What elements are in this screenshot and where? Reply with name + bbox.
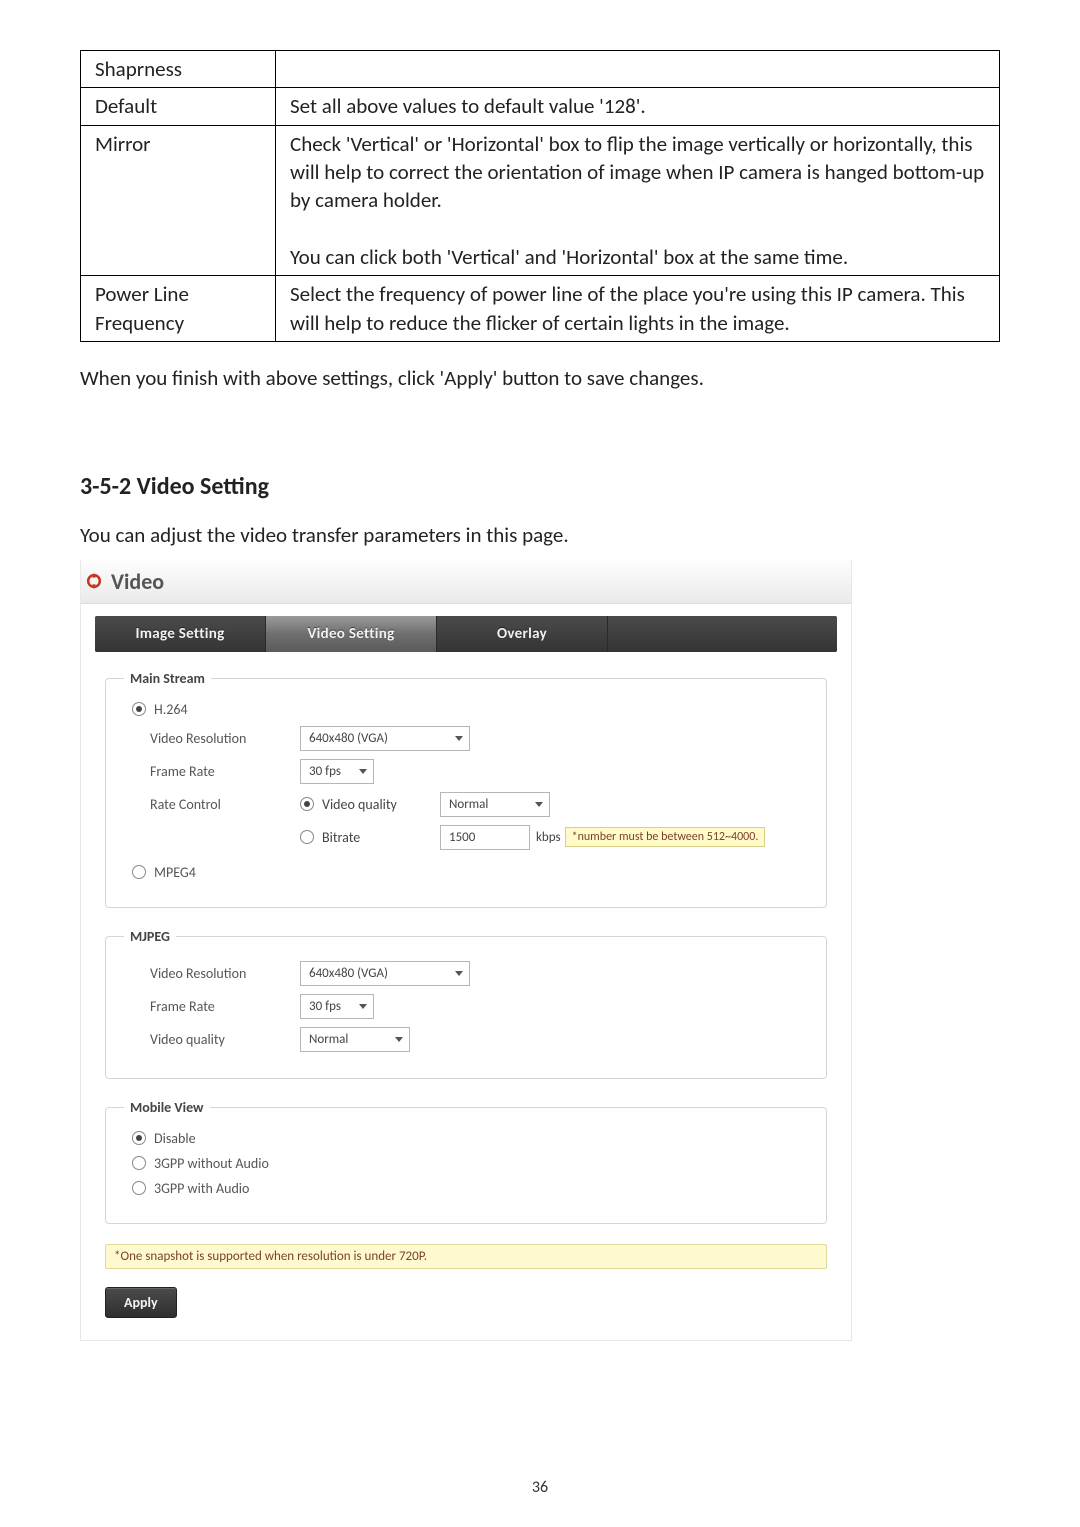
- table-val: [276, 51, 1000, 88]
- radio-label: H.264: [154, 701, 188, 718]
- table-val: Select the frequency of power line of th…: [276, 276, 1000, 342]
- video-settings-panel: Video Image Setting Video Setting Overla…: [80, 560, 852, 1341]
- radio-bitrate[interactable]: [300, 830, 314, 844]
- legend-mobile-view: Mobile View: [124, 1099, 210, 1116]
- radio-icon: [132, 1131, 146, 1145]
- select-value: 640x480 (VGA): [309, 731, 388, 746]
- select-value: 640x480 (VGA): [309, 966, 388, 981]
- radio-icon: [132, 702, 146, 716]
- select-value: Normal: [309, 1032, 348, 1047]
- table-row: Mirror Check 'Vertical' or 'Horizontal' …: [81, 125, 1000, 276]
- tab-bar: Image Setting Video Setting Overlay: [95, 616, 837, 652]
- table-key: Default: [81, 88, 276, 125]
- table-row: Default Set all above values to default …: [81, 88, 1000, 125]
- table-val: Check 'Vertical' or 'Horizontal' box to …: [276, 125, 1000, 276]
- radio-icon: [132, 1181, 146, 1195]
- settings-description-table: Shaprness Default Set all above values t…: [80, 50, 1000, 342]
- input-value: 1500: [449, 830, 475, 845]
- camera-logo-icon: [83, 570, 105, 592]
- radio-3gpp-no-audio[interactable]: 3GPP without Audio: [132, 1155, 808, 1172]
- label-frame-rate: Frame Rate: [150, 763, 300, 780]
- radio-3gpp-with-audio[interactable]: 3GPP with Audio: [132, 1180, 808, 1197]
- select-value: Normal: [449, 797, 488, 812]
- tab-overlay[interactable]: Overlay: [437, 616, 608, 652]
- radio-mpeg4[interactable]: MPEG4: [132, 864, 808, 881]
- select-mjpeg-frame-rate[interactable]: 30 fps: [300, 994, 374, 1019]
- table-key: Power Line Frequency: [81, 276, 276, 342]
- bitrate-unit: kbps: [536, 830, 561, 845]
- panel-title: Video: [111, 568, 164, 595]
- chevron-down-icon: [359, 769, 367, 774]
- table-row: Shaprness: [81, 51, 1000, 88]
- chevron-down-icon: [395, 1037, 403, 1042]
- section-heading: 3-5-2 Video Setting: [80, 472, 1000, 501]
- rate-control-video-quality-label: Video quality: [322, 796, 397, 813]
- radio-video-quality[interactable]: [300, 797, 314, 811]
- radio-icon: [132, 1156, 146, 1170]
- chevron-down-icon: [359, 1004, 367, 1009]
- tab-video-setting[interactable]: Video Setting: [266, 616, 437, 652]
- radio-mobile-disable[interactable]: Disable: [132, 1130, 808, 1147]
- radio-label: 3GPP with Audio: [154, 1180, 249, 1197]
- rate-control-bitrate-label: Bitrate: [322, 829, 360, 846]
- after-table-text: When you finish with above settings, cli…: [80, 364, 1000, 392]
- chevron-down-icon: [455, 736, 463, 741]
- chevron-down-icon: [535, 802, 543, 807]
- table-val: Set all above values to default value '1…: [276, 88, 1000, 125]
- table-key: Mirror: [81, 125, 276, 276]
- group-mobile-view: Mobile View Disable 3GPP without Audio 3…: [105, 1099, 827, 1224]
- table-row: Power Line Frequency Select the frequenc…: [81, 276, 1000, 342]
- label-video-resolution: Video Resolution: [150, 730, 300, 747]
- legend-mjpeg: MJPEG: [124, 928, 176, 945]
- select-main-frame-rate[interactable]: 30 fps: [300, 759, 374, 784]
- radio-label: Disable: [154, 1130, 196, 1147]
- select-value: 30 fps: [309, 999, 341, 1014]
- select-value: 30 fps: [309, 764, 341, 779]
- section-intro: You can adjust the video transfer parame…: [80, 521, 1000, 549]
- select-mjpeg-quality[interactable]: Normal: [300, 1027, 410, 1052]
- page-number: 36: [0, 1478, 1080, 1497]
- legend-main-stream: Main Stream: [124, 670, 211, 687]
- radio-icon: [132, 865, 146, 879]
- label-mjpeg-resolution: Video Resolution: [150, 965, 300, 982]
- bitrate-hint-text: *number must be between 512~4000.: [565, 827, 766, 847]
- radio-label: MPEG4: [154, 864, 196, 881]
- radio-label: 3GPP without Audio: [154, 1155, 269, 1172]
- input-bitrate[interactable]: 1500: [440, 825, 530, 850]
- table-key: Shaprness: [81, 51, 276, 88]
- radio-h264[interactable]: H.264: [132, 701, 808, 718]
- group-main-stream: Main Stream H.264 Video Resolution 640x4…: [105, 670, 827, 908]
- tab-image-setting[interactable]: Image Setting: [95, 616, 266, 652]
- snapshot-note: *One snapshot is supported when resoluti…: [105, 1244, 827, 1269]
- select-mjpeg-resolution[interactable]: 640x480 (VGA): [300, 961, 470, 986]
- chevron-down-icon: [455, 971, 463, 976]
- tab-filler: [608, 616, 837, 652]
- label-mjpeg-video-quality: Video quality: [150, 1031, 300, 1048]
- group-mjpeg: MJPEG Video Resolution 640x480 (VGA) Fra…: [105, 928, 827, 1079]
- panel-header: Video: [81, 560, 851, 604]
- label-mjpeg-frame-rate: Frame Rate: [150, 998, 300, 1015]
- bitrate-hint: kbps *number must be between 512~4000.: [536, 827, 765, 847]
- select-video-quality[interactable]: Normal: [440, 792, 550, 817]
- apply-button[interactable]: Apply: [105, 1287, 177, 1318]
- select-main-resolution[interactable]: 640x480 (VGA): [300, 726, 470, 751]
- label-rate-control: Rate Control: [150, 796, 300, 813]
